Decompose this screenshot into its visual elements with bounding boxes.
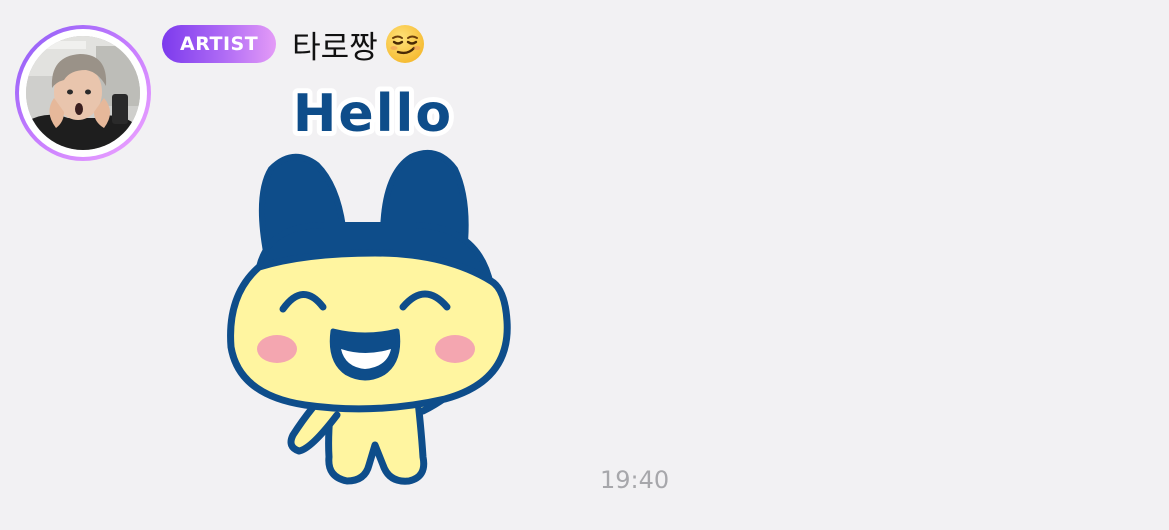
avatar[interactable]	[15, 25, 151, 161]
avatar-border	[19, 29, 147, 157]
sticker-image[interactable]: Hello	[215, 83, 530, 500]
message-timestamp: 19:40	[600, 466, 670, 494]
mametchi-sticker-illustration	[227, 150, 511, 485]
chat-message: ARTIST 타로짱 Hello 19:40	[0, 0, 1169, 530]
message-header: ARTIST 타로짱	[162, 22, 426, 66]
svg-text:Hello: Hello	[293, 84, 453, 143]
sticker-caption: Hello	[288, 83, 456, 143]
sender-name[interactable]: 타로짱	[292, 22, 378, 67]
smirking-face-icon	[384, 23, 426, 65]
avatar-photo	[26, 36, 140, 150]
artist-badge: ARTIST	[162, 25, 277, 63]
